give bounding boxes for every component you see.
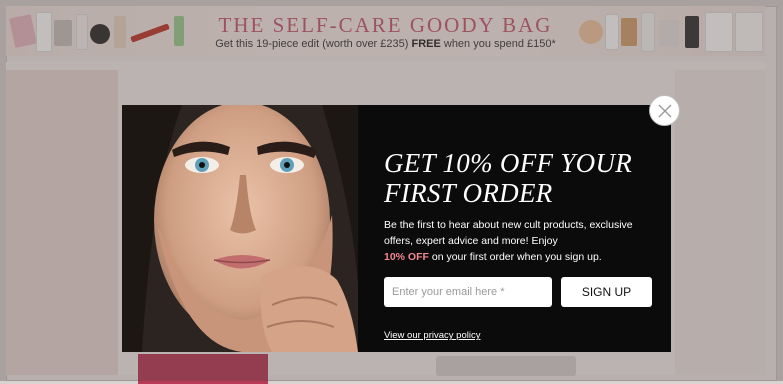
modal-heading-line1: GET 10% OFF YOUR: [384, 148, 633, 178]
modal-body-main: Be the first to hear about new cult prod…: [384, 219, 633, 247]
signup-modal: GET 10% OFF YOUR FIRST ORDER Be the firs…: [122, 105, 671, 352]
modal-heading: GET 10% OFF YOUR FIRST ORDER: [384, 148, 664, 208]
close-icon: [658, 104, 671, 117]
hero-portrait-image: [122, 105, 358, 352]
email-field[interactable]: [384, 277, 552, 307]
modal-heading-line2: FIRST ORDER: [384, 178, 553, 208]
discount-highlight: 10% OFF: [384, 251, 429, 263]
privacy-policy-link[interactable]: View our privacy policy: [384, 330, 480, 341]
close-button[interactable]: [649, 95, 680, 126]
modal-body-suffix: on your first order when you sign up.: [428, 251, 602, 263]
portrait-illustration: [122, 105, 358, 352]
sign-up-button[interactable]: SIGN UP: [561, 277, 652, 307]
modal-body-text: Be the first to hear about new cult prod…: [384, 217, 654, 265]
